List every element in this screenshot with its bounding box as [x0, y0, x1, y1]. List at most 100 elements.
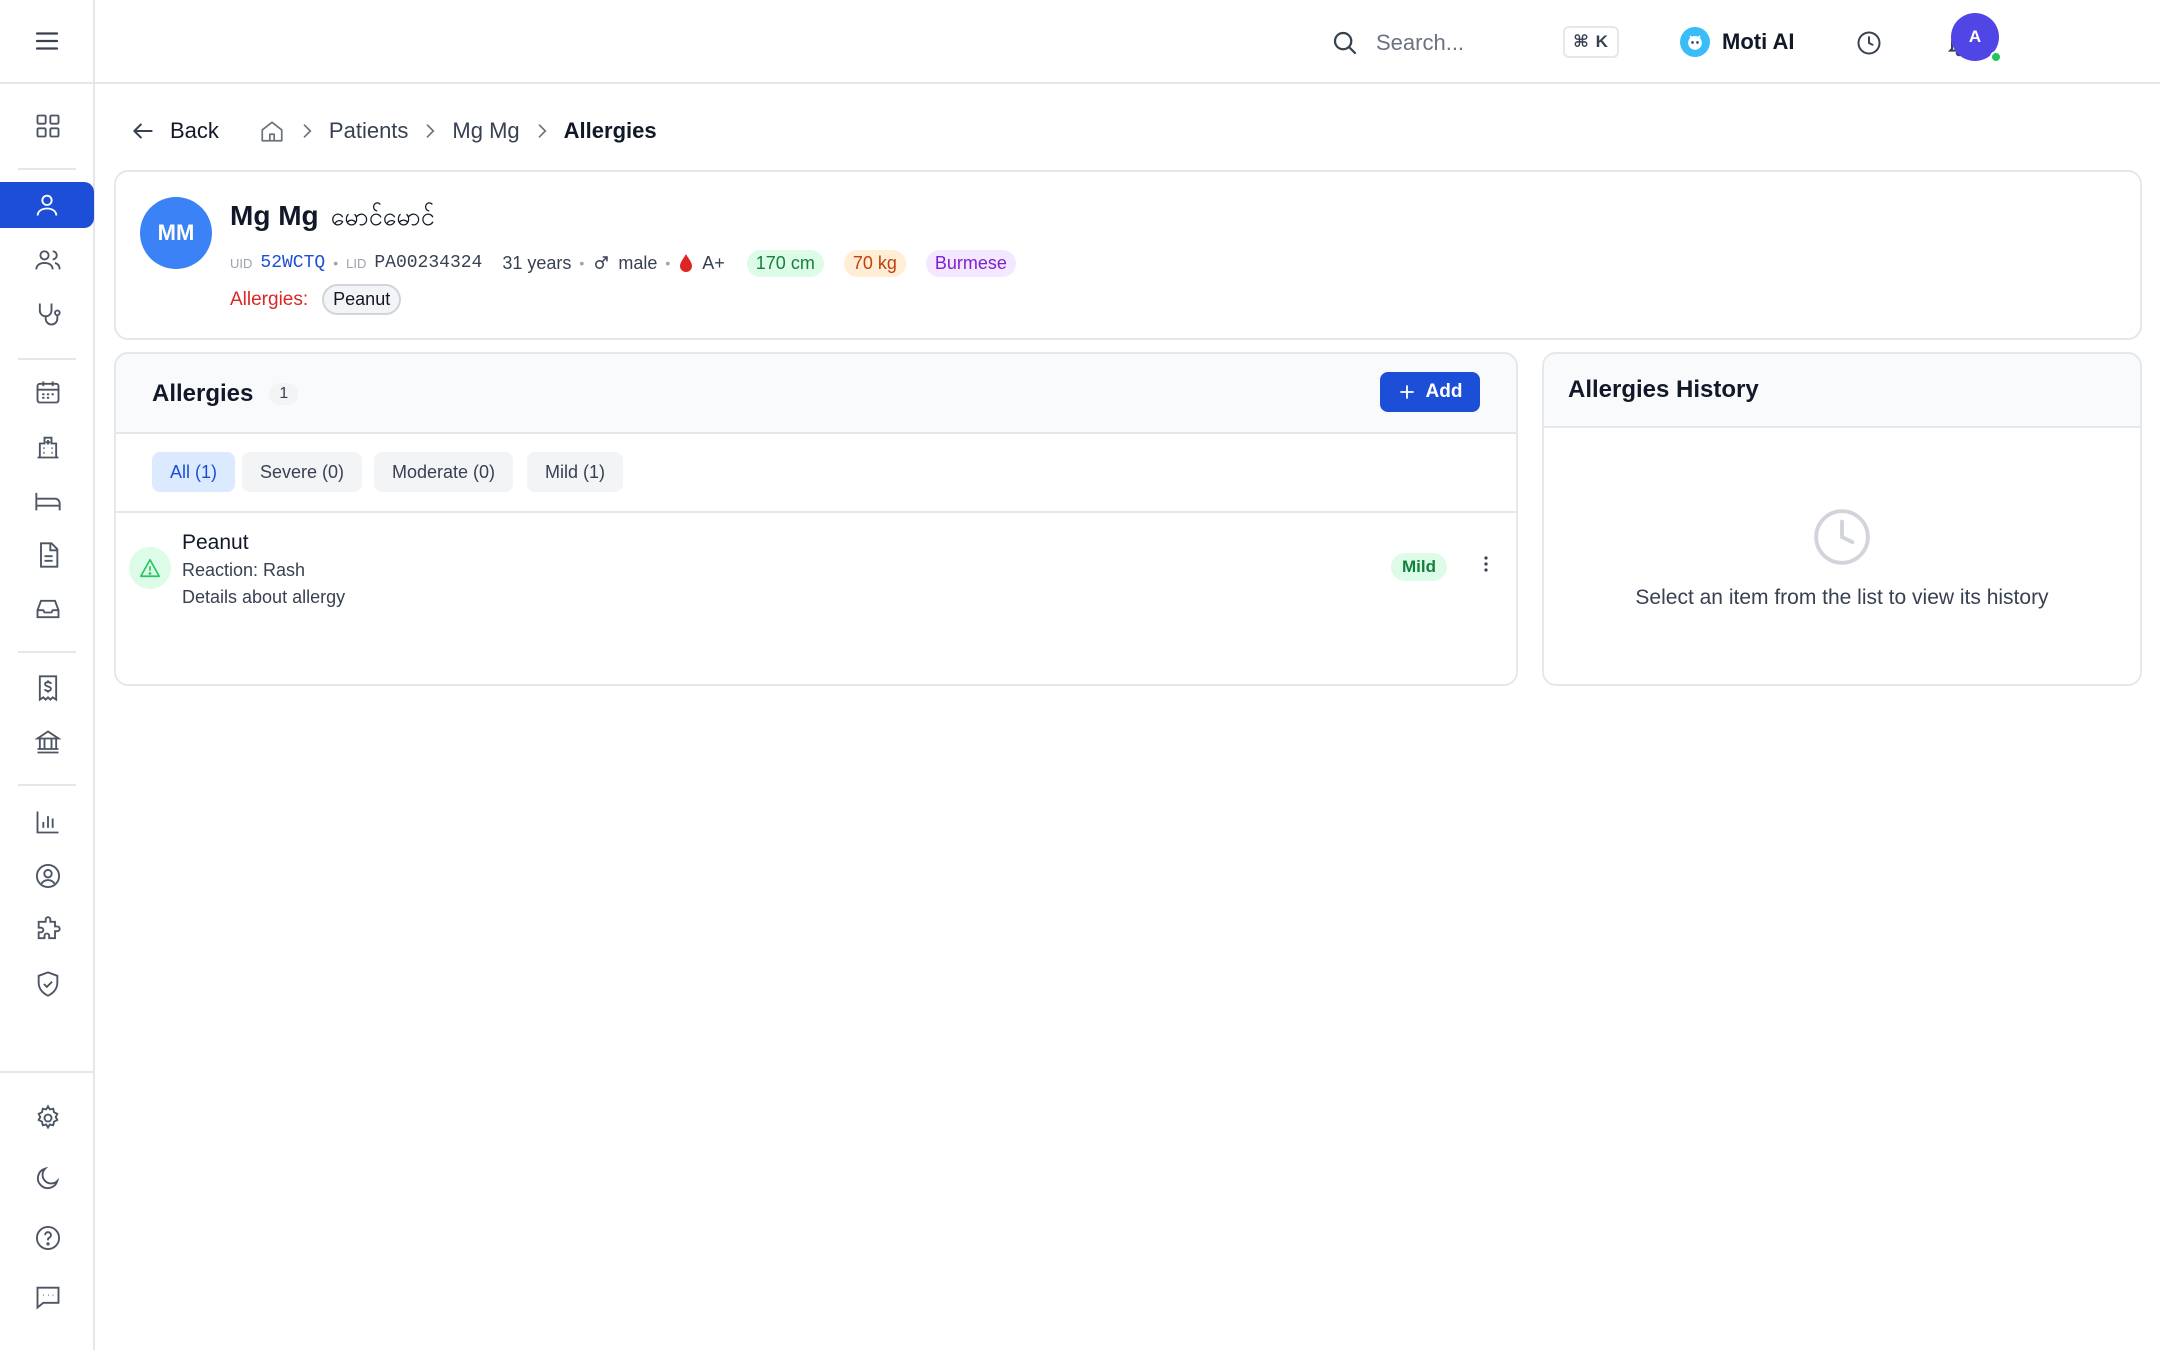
patient-blood-type: A+	[702, 252, 725, 273]
warning-icon	[129, 547, 171, 589]
patient-uid[interactable]: 52WCTQ	[260, 253, 325, 273]
moti-ai-button[interactable]: Moti AI	[1680, 24, 1795, 60]
weight-badge: 70 kg	[843, 249, 906, 277]
male-icon	[592, 254, 610, 272]
sidebar-item-billing[interactable]	[0, 666, 95, 710]
back-button[interactable]: Back	[130, 118, 219, 144]
bar-chart-icon	[34, 808, 62, 836]
home-icon[interactable]	[259, 118, 285, 144]
arrow-left-icon	[130, 118, 156, 144]
sidebar-item-security[interactable]	[0, 962, 95, 1006]
sidebar-item-account[interactable]	[0, 854, 95, 898]
inbox-icon	[34, 595, 62, 623]
more-vertical-icon[interactable]	[1476, 549, 1496, 579]
sidebar-divider	[18, 168, 76, 170]
sidebar-item-theme[interactable]	[0, 1156, 95, 1200]
allergy-reaction: Reaction: Rash	[182, 560, 306, 580]
search-bar[interactable]: Search...	[1330, 26, 1540, 60]
message-icon	[34, 1283, 62, 1311]
allergies-title-text: Allergies	[152, 380, 254, 407]
history-empty-text: Select an item from the list to view its…	[1635, 586, 2049, 609]
allergy-tag: Peanut	[322, 284, 402, 315]
separator-dot: •	[579, 255, 585, 271]
patient-gender: male	[618, 252, 658, 273]
search-shortcut-badge: ⌘ K	[1563, 26, 1619, 58]
sidebar-item-hospital[interactable]	[0, 425, 95, 469]
gear-icon	[34, 1104, 62, 1132]
stethoscope-icon	[34, 300, 62, 328]
sidebar-header	[0, 0, 93, 84]
calendar-icon	[34, 378, 62, 406]
sidebar-divider	[18, 784, 76, 786]
sidebar-divider	[18, 358, 76, 360]
allergies-label: Allergies:	[230, 288, 309, 310]
history-button[interactable]	[1852, 26, 1886, 60]
sidebar-divider	[0, 1071, 95, 1073]
sidebar-item-feedback[interactable]	[0, 1275, 95, 1319]
shield-check-icon	[34, 970, 62, 998]
filter-mild[interactable]: Mild (1)	[527, 452, 624, 492]
sidebar-item-inbox[interactable]	[0, 587, 95, 631]
severity-badge: Mild	[1391, 553, 1447, 581]
uid-label: UID	[230, 255, 253, 271]
patient-allergies: Allergies: Peanut	[230, 284, 402, 315]
allergy-name: Peanut	[182, 531, 249, 554]
sidebar-item-dashboard[interactable]	[0, 104, 95, 148]
list-item[interactable]: Peanut Reaction: Rash Details about alle…	[116, 513, 1516, 613]
sidebar-item-help[interactable]	[0, 1216, 95, 1260]
clock-icon	[1811, 506, 1873, 568]
filter-severe[interactable]: Severe (0)	[242, 452, 363, 492]
ethnicity-badge: Burmese	[925, 249, 1016, 277]
sidebar-item-records[interactable]	[0, 533, 95, 577]
sidebar-item-bank[interactable]	[0, 720, 95, 764]
allergies-panel: Allergies 1 Add All (1) Severe (0) Moder…	[114, 352, 1518, 686]
filter-all[interactable]: All (1)	[152, 452, 236, 492]
puzzle-icon	[34, 916, 62, 944]
allergies-title: Allergies 1	[152, 380, 299, 408]
allergies-history-panel: Allergies History Select an item from th…	[1542, 352, 2142, 686]
hospital-icon	[34, 433, 62, 461]
help-circle-icon	[34, 1224, 62, 1252]
sidebar-item-patient[interactable]	[0, 182, 94, 228]
sidebar-item-reports[interactable]	[0, 800, 95, 844]
receipt-dollar-icon	[34, 674, 62, 702]
sidebar	[0, 0, 95, 1350]
breadcrumb-patients[interactable]: Patients	[329, 118, 409, 144]
sidebar-item-plugins[interactable]	[0, 908, 95, 952]
height-badge: 170 cm	[746, 249, 824, 277]
breadcrumb-current: Allergies	[563, 118, 657, 143]
plus-icon	[1398, 383, 1416, 401]
sidebar-item-patients[interactable]	[0, 238, 95, 282]
add-allergy-button[interactable]: Add	[1380, 372, 1480, 412]
clock-icon	[1855, 29, 1883, 57]
patient-summary-card: MM Mg Mg မောင်မောင် UID 52WCTQ • LID PA0…	[114, 170, 2142, 340]
moti-ai-label: Moti AI	[1722, 29, 1795, 54]
sidebar-item-doctors[interactable]	[0, 292, 95, 336]
allergies-count-badge: 1	[269, 383, 299, 405]
chevron-right-icon	[532, 121, 552, 141]
search-input[interactable]: Search...	[1376, 30, 1464, 56]
user-icon	[33, 191, 61, 219]
document-icon	[34, 541, 62, 569]
chevron-right-icon	[420, 121, 440, 141]
separator-dot: •	[333, 255, 339, 271]
patient-lid: PA00234324	[374, 253, 483, 273]
online-status-dot	[1990, 51, 2002, 63]
moon-icon	[34, 1164, 62, 1192]
bank-icon	[33, 728, 62, 756]
top-header: Search... ⌘ K Moti AI A	[95, 0, 2160, 84]
chevron-right-icon	[297, 121, 317, 141]
patient-name-text: Mg Mg	[230, 200, 319, 231]
add-label: Add	[1425, 381, 1463, 402]
menu-icon[interactable]	[32, 26, 62, 56]
allergy-details: Details about allergy	[182, 587, 346, 607]
breadcrumb-patient-name[interactable]: Mg Mg	[452, 118, 519, 144]
bed-icon	[34, 487, 62, 515]
sidebar-item-appointments[interactable]	[0, 370, 95, 414]
severity-filter-tabs: All (1) Severe (0) Moderate (0) Mild (1)	[116, 434, 1516, 513]
filter-moderate[interactable]: Moderate (0)	[374, 452, 514, 492]
lid-label: LID	[346, 255, 367, 271]
sidebar-item-settings[interactable]	[0, 1096, 95, 1140]
breadcrumb: Back Patients Mg Mg Allergies	[130, 116, 657, 146]
sidebar-item-beds[interactable]	[0, 479, 95, 523]
